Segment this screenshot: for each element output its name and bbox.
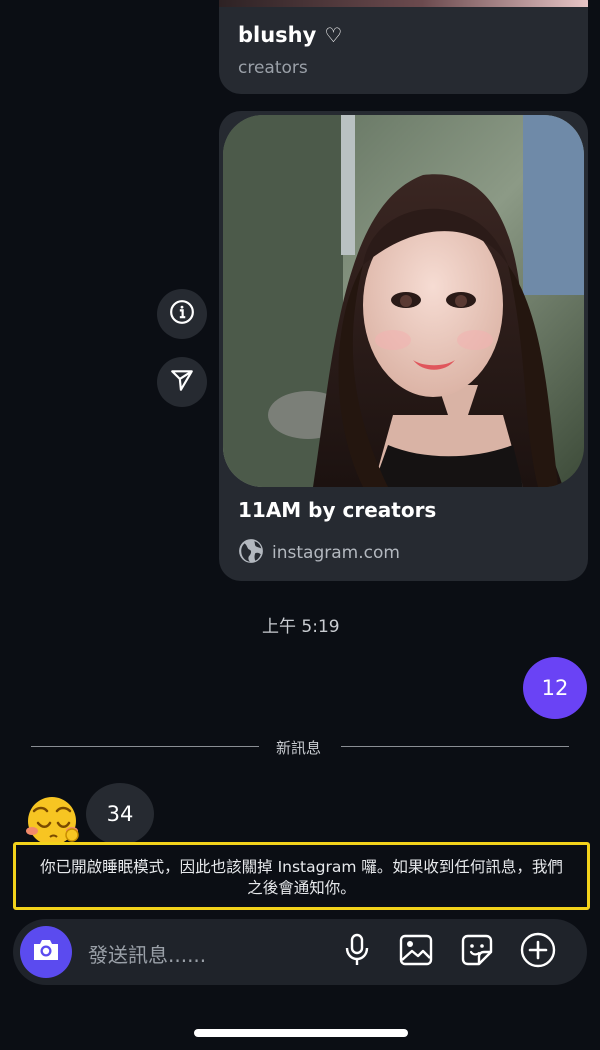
send-icon [169,367,195,397]
gallery-icon [399,933,433,971]
more-button[interactable] [519,932,557,972]
new-messages-divider-label: 新訊息 [276,739,322,757]
shared-post-title: 11AM by creators [238,498,437,522]
heart-icon: ♡ [324,23,343,47]
share-button[interactable] [157,357,207,407]
shared-post-card[interactable]: 11AM by creators instagram.com [219,111,588,581]
shared-profile-title-row: blushy ♡ [238,23,342,47]
shared-post-link[interactable]: instagram.com [238,538,400,568]
home-indicator[interactable] [194,1029,408,1037]
sticker-button[interactable] [458,933,496,971]
message-input[interactable]: 發送訊息...... [88,939,206,968]
info-circle-icon [169,299,195,329]
message-composer: 發送訊息...... [13,919,587,985]
sent-message-bubble[interactable]: 12 [523,657,587,719]
plus-icon [520,932,556,972]
sticker-icon [460,933,494,971]
sleep-mode-notice: 你已開啟睡眠模式，因此也該關掉 Instagram 囉。如果收到任何訊息，我們之… [13,842,590,910]
received-message-text: 34 [106,802,134,826]
info-button[interactable] [157,289,207,339]
dm-thread-screen: blushy ♡ creators 11AM by creators insta… [0,0,600,1050]
shared-profile-subtitle: creators [238,58,308,78]
gallery-button[interactable] [397,933,435,971]
globe-icon [238,538,264,568]
divider-right [341,746,569,747]
voice-message-button[interactable] [338,933,376,971]
camera-button[interactable] [20,926,72,978]
sleep-mode-notice-text: 你已開啟睡眠模式，因此也該關掉 Instagram 囉。如果收到任何訊息，我們之… [40,858,563,897]
shared-post-photo[interactable] [223,115,584,487]
sent-message-text: 12 [541,676,569,700]
sender-avatar[interactable] [20,795,80,847]
divider-left [31,746,259,747]
shared-profile-card[interactable]: blushy ♡ creators [219,0,588,94]
shared-post-domain: instagram.com [272,543,400,563]
received-message-bubble[interactable]: 34 [86,783,154,845]
card-image-strip [219,0,588,7]
message-timestamp: 上午 5:19 [262,617,340,637]
shared-profile-title: blushy [238,23,317,47]
microphone-icon [342,933,372,971]
camera-icon [31,937,61,967]
